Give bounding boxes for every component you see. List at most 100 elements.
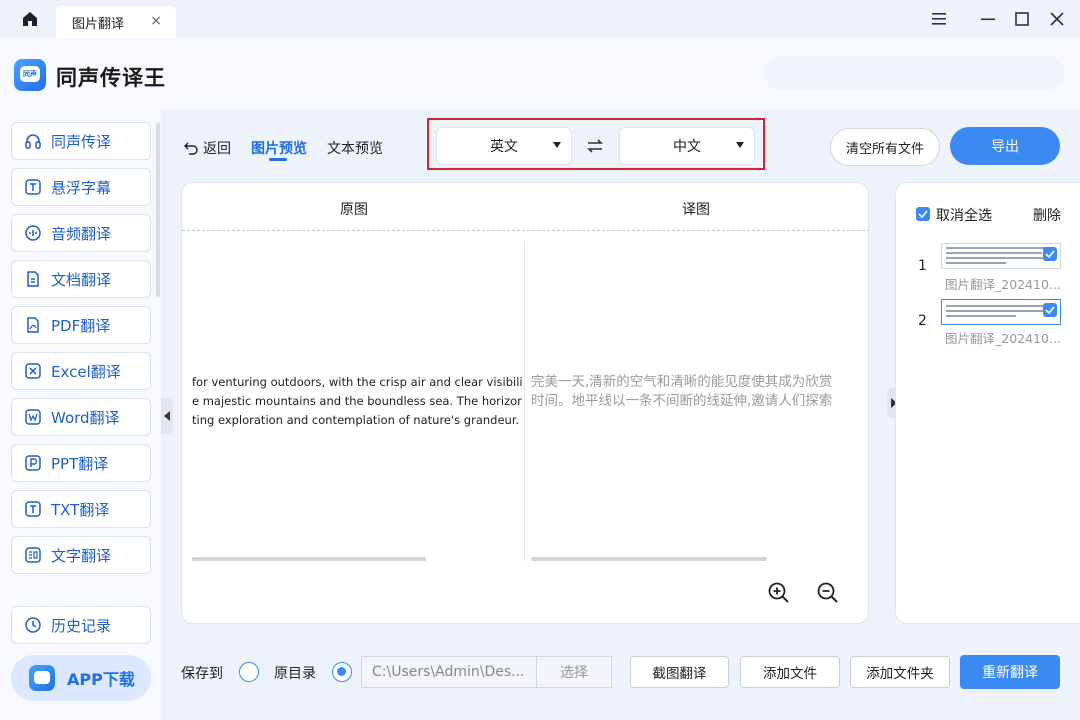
target-language-value: 中文 [673,139,701,155]
deselect-all-label[interactable]: 取消全选 [936,205,992,225]
header-placeholder [764,56,1064,90]
export-button[interactable]: 导出 [950,127,1060,165]
sidebar: 同声传译 悬浮字幕 音频翻译 文档翻译 PDF翻译 Excel翻译 Word翻译… [0,110,161,720]
maximize-icon[interactable] [1013,10,1031,28]
original-image-text: for venturing outdoors, with the crisp a… [192,373,522,430]
home-icon[interactable] [20,9,40,29]
sidebar-item-text[interactable]: 文字翻译 [11,536,151,574]
zoom-in-icon[interactable] [767,581,791,605]
select-all-checkbox[interactable] [916,207,930,221]
sidebar-item-word[interactable]: Word翻译 [11,398,151,436]
app-icon [29,665,55,691]
back-arrow-icon [184,142,198,155]
sidebar-item-label: PPT翻译 [51,454,109,473]
translated-image-text: 完美一天,清新的空气和清晰的能见度使其成为欣赏 时间。地平线以一条不间断的线延伸… [531,373,868,411]
clear-all-files-button[interactable]: 清空所有文件 [830,128,940,166]
pdf-icon [24,316,42,334]
app-header: 同声 同声传译王 [0,38,1080,110]
sidebar-item-floating-subtitle[interactable]: 悬浮字幕 [11,168,151,206]
delete-button[interactable]: 删除 [1033,205,1061,225]
column-divider [524,241,525,561]
logo-text: 同声 [20,66,40,82]
source-line: e majestic mountains and the boundless s… [192,394,522,408]
choose-path-button[interactable]: 选择 [537,656,612,688]
file-name: 图片翻译_202410... [945,331,1061,346]
sidebar-item-label: 音频翻译 [51,224,112,243]
sidebar-scrollbar[interactable] [156,122,160,297]
sidebar-item-label: 悬浮字幕 [51,178,112,197]
app-download-button[interactable]: APP下载 [11,655,151,701]
file-list-panel: 取消全选 删除 1 图片翻译_202410... 2 图片翻译_202410..… [895,182,1080,624]
text-translate-icon [24,546,42,564]
sidebar-item-document[interactable]: 文档翻译 [11,260,151,298]
minimize-icon[interactable] [979,10,997,28]
file-name: 图片翻译_202410... [945,277,1061,292]
excel-icon [24,362,42,380]
sidebar-item-txt[interactable]: TXT翻译 [11,490,151,528]
sidebar-item-label: Word翻译 [51,408,120,427]
original-image-header: 原图 [340,202,368,218]
caret-left-icon [164,411,170,421]
file-index: 2 [918,313,927,329]
save-custom-radio[interactable] [239,662,259,682]
caret-down-icon [736,142,744,148]
original-dir-label: 原目录 [274,666,316,682]
source-line: for venturing outdoors, with the crisp a… [192,375,522,389]
check-icon [1045,250,1055,258]
sidebar-item-simultaneous[interactable]: 同声传译 [11,122,151,160]
sidebar-item-ppt[interactable]: PPT翻译 [11,444,151,482]
target-language-select[interactable]: 中文 [619,127,755,165]
word-icon [24,408,42,426]
screenshot-translate-button[interactable]: 截图翻译 [630,656,729,688]
sidebar-item-label: TXT翻译 [51,500,110,519]
translated-image-header: 译图 [682,202,710,218]
document-icon [24,270,42,288]
swap-icon[interactable] [585,136,605,156]
sidebar-item-excel[interactable]: Excel翻译 [11,352,151,390]
source-language-select[interactable]: 英文 [436,127,572,165]
translated-horizontal-scrollbar[interactable] [531,557,767,561]
tab-label: 图片翻译 [72,16,125,32]
source-language-value: 英文 [490,139,518,155]
collapse-sidebar-handle[interactable] [161,398,173,434]
menu-icon[interactable] [930,10,948,28]
file-checkbox[interactable] [1043,303,1057,317]
caret-down-icon [553,142,561,148]
tab-image-preview[interactable]: 图片预览 [251,138,307,158]
sidebar-item-audio[interactable]: 音频翻译 [11,214,151,252]
tab-text-preview[interactable]: 文本预览 [327,138,383,158]
retranslate-button[interactable]: 重新翻译 [960,655,1060,689]
sidebar-item-pdf[interactable]: PDF翻译 [11,306,151,344]
back-button[interactable]: 返回 [183,138,231,158]
tab-image-translate[interactable]: 图片翻译 × [56,6,176,38]
sidebar-item-label: 文字翻译 [51,546,112,565]
preview-panel: 原图 译图 for venturing outdoors, with the c… [181,182,869,624]
file-index: 1 [918,258,927,274]
check-icon [1045,306,1055,314]
active-tab-indicator [269,158,287,161]
tab-close-icon[interactable]: × [150,13,162,29]
headset-icon [24,132,42,150]
add-folder-button[interactable]: 添加文件夹 [850,656,950,688]
close-icon[interactable] [1048,10,1066,28]
original-horizontal-scrollbar[interactable] [192,557,426,561]
header-divider [182,230,868,231]
file-checkbox[interactable] [1043,247,1057,261]
sidebar-item-label: 文档翻译 [51,270,112,289]
ppt-icon [24,454,42,472]
sidebar-item-label: 同声传译 [51,132,112,151]
save-path-input[interactable]: C:\Users\Admin\Des... [361,656,537,688]
audio-icon [24,224,42,242]
check-icon [918,210,928,218]
app-download-label: APP下载 [67,670,135,689]
sidebar-item-history[interactable]: 历史记录 [11,606,151,644]
save-to-label: 保存到 [181,666,223,682]
subtitle-icon [24,178,42,196]
back-label: 返回 [203,141,231,157]
sidebar-item-label: PDF翻译 [51,316,111,335]
zoom-out-icon[interactable] [816,581,840,605]
add-file-button[interactable]: 添加文件 [740,656,840,688]
title-bar: 图片翻译 × [0,0,1080,38]
save-original-dir-radio[interactable] [332,662,352,682]
txt-icon [24,500,42,518]
